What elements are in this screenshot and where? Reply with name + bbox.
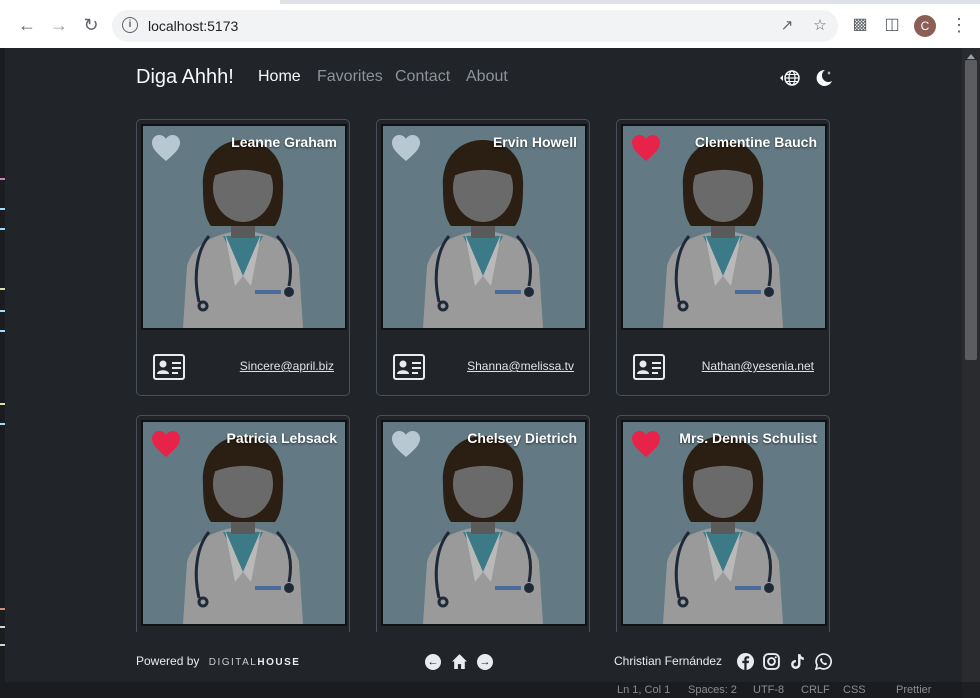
url-text: localhost:5173 [148,18,239,34]
facebook-icon[interactable] [737,653,754,670]
profile-avatar[interactable]: C [914,15,936,37]
dentist-card[interactable]: Leanne Graham Sincere@april.biz [136,119,350,396]
card-photo[interactable]: Mrs. Dennis Schulist [621,420,827,626]
favorite-heart-icon[interactable] [391,134,421,162]
dark-mode-moon-icon[interactable] [814,68,834,88]
nav-link-favorites[interactable]: Favorites [317,68,383,86]
dentist-email-link[interactable]: Nathan@yesenia.net [702,359,814,373]
favorite-heart-icon[interactable] [391,430,421,458]
dentist-card[interactable]: Ervin Howell Shanna@melissa.tv [376,119,590,396]
reload-icon[interactable]: ↻ [80,14,102,36]
dentist-email-link[interactable]: Sincere@april.biz [240,359,334,373]
scroll-up-arrow-icon[interactable] [967,54,975,59]
active-tab[interactable] [0,0,280,4]
nav-link-about[interactable]: About [466,68,508,86]
nav-link-contact[interactable]: Contact [395,68,450,86]
scrollbar-thumb[interactable] [965,60,977,360]
digitalhouse-logo: DIGITALHOUSE [209,657,301,668]
dentist-name: Patricia Lebsack [226,430,337,446]
dentist-card[interactable]: Clementine Bauch Nathan@yesenia.net [616,119,830,396]
dentist-name: Mrs. Dennis Schulist [679,430,817,446]
page-scrollbar[interactable] [962,48,980,682]
card-photo[interactable]: Ervin Howell [381,124,587,330]
status-prettier: Prettier [896,684,932,696]
digitalhouse-logo-bold: HOUSE [257,657,301,668]
app-viewport: Diga Ahhh! Home Favorites Contact About … [5,48,962,682]
status-position: Ln 1, Col 1 [617,684,671,696]
favorite-heart-filled-icon[interactable] [151,430,181,458]
footer: Powered by DIGITALHOUSE ← → Christian Fe… [5,632,962,682]
powered-by-label: Powered by [136,654,200,668]
favorite-heart-filled-icon[interactable] [631,134,661,162]
dentist-name: Clementine Bauch [694,134,817,150]
dentist-name: Leanne Graham [231,134,337,150]
contact-card-icon [153,354,185,380]
address-bar[interactable]: i localhost:5173 ↗ ☆ [112,10,838,42]
footer-author: Christian Fernández [614,654,723,668]
tiktok-icon[interactable] [789,653,806,670]
site-info-icon[interactable]: i [122,17,138,33]
footer-home-icon[interactable] [451,653,468,670]
browser-menu-icon[interactable]: ⋮ [950,15,968,35]
digitalhouse-logo-light: DIGITAL [208,657,258,668]
contact-card-icon [393,354,425,380]
tab-strip [0,0,980,4]
browser-toolbar: ← → ↻ i localhost:5173 ↗ ☆ ▩ ◫ C ⋮ [0,0,980,49]
bookmark-star-icon[interactable]: ☆ [811,17,829,35]
powered-by: Powered by DIGITALHOUSE [136,654,300,668]
language-globe-icon[interactable] [780,68,800,88]
instagram-icon[interactable] [763,653,780,670]
editor-statusbar: Ln 1, Col 1 Spaces: 2 UTF-8 CRLF CSS Pre… [0,682,962,698]
brand-title[interactable]: Diga Ahhh! [136,66,234,89]
extensions-puzzle-icon[interactable]: ▩ [850,15,870,35]
dentist-name: Chelsey Dietrich [467,430,577,446]
nav-link-home[interactable]: Home [258,68,301,86]
back-icon[interactable]: ← [16,14,38,36]
status-encoding: UTF-8 [753,684,785,696]
status-indent: Spaces: 2 [688,684,737,696]
card-photo[interactable]: Clementine Bauch [621,124,827,330]
whatsapp-icon[interactable] [815,653,832,670]
card-photo[interactable]: Chelsey Dietrich [381,420,587,626]
side-panel-icon[interactable]: ◫ [882,15,902,35]
card-photo[interactable]: Leanne Graham [141,124,347,330]
status-language: CSS [843,684,866,696]
dentist-email-link[interactable]: Shanna@melissa.tv [467,359,574,373]
footer-back-icon[interactable]: ← [425,654,441,670]
share-icon[interactable]: ↗ [778,17,796,35]
contact-card-icon [633,354,665,380]
footer-forward-icon[interactable]: → [477,654,493,670]
forward-icon[interactable]: → [48,14,70,36]
favorite-heart-icon[interactable] [151,134,181,162]
card-photo[interactable]: Patricia Lebsack [141,420,347,626]
status-eol: CRLF [801,684,830,696]
dentist-name: Ervin Howell [492,134,577,150]
favorite-heart-filled-icon[interactable] [631,430,661,458]
